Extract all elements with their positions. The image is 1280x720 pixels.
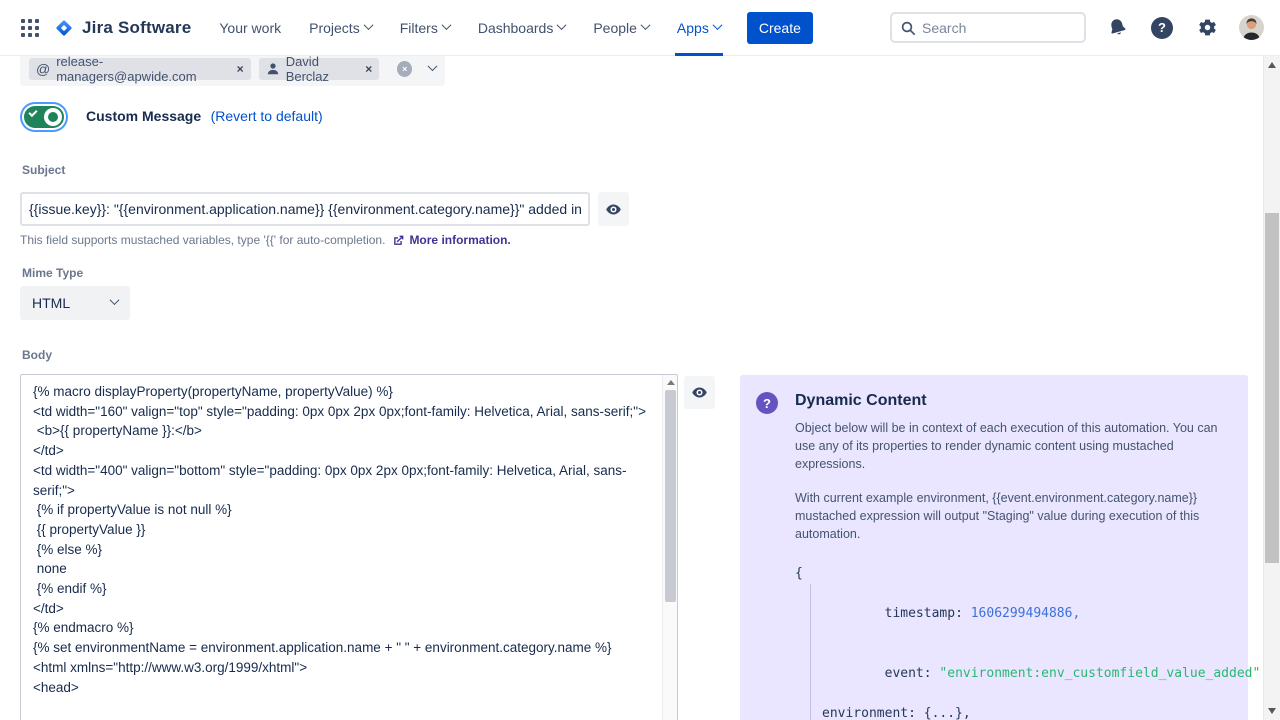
more-information-link[interactable]: More information. bbox=[409, 233, 510, 247]
scroll-up-arrow-icon[interactable] bbox=[667, 380, 675, 385]
subject-label: Subject bbox=[22, 163, 65, 177]
remove-tag-icon[interactable]: × bbox=[365, 63, 372, 75]
subject-input[interactable] bbox=[20, 192, 590, 226]
eye-icon bbox=[605, 201, 622, 218]
person-icon bbox=[266, 62, 280, 76]
chevron-down-icon bbox=[441, 20, 451, 30]
remove-tag-icon[interactable]: × bbox=[237, 63, 244, 75]
nav-item-apps[interactable]: Apps bbox=[677, 0, 721, 56]
textarea-scrollbar-thumb[interactable] bbox=[665, 390, 676, 602]
logo-text: Jira Software bbox=[82, 18, 191, 38]
mime-type-select[interactable]: HTML bbox=[20, 286, 130, 320]
recipient-tag: David Berclaz × bbox=[259, 58, 380, 80]
search-box[interactable] bbox=[890, 12, 1086, 43]
code-line: timestamp: 1606299494886, bbox=[810, 584, 1224, 644]
jira-logo[interactable]: Jira Software bbox=[54, 18, 191, 38]
chevron-down-icon bbox=[557, 20, 567, 30]
custom-message-row: Custom Message (Revert to default) bbox=[24, 106, 323, 128]
page-scrollbar-thumb[interactable] bbox=[1265, 213, 1279, 563]
create-button[interactable]: Create bbox=[747, 12, 813, 44]
nav-icons: ? bbox=[1104, 15, 1264, 41]
check-icon bbox=[28, 108, 37, 117]
code-line: environment: {...}, bbox=[810, 704, 1224, 720]
app-switcher-icon[interactable] bbox=[16, 14, 44, 42]
dynamic-content-panel: ? Dynamic Content Object below will be i… bbox=[740, 375, 1248, 720]
body-textarea[interactable]: {% macro displayProperty(propertyName, p… bbox=[20, 374, 678, 720]
settings-gear-icon[interactable] bbox=[1194, 15, 1220, 41]
search-icon bbox=[900, 20, 916, 36]
panel-paragraph: Object below will be in context of each … bbox=[795, 420, 1224, 473]
chevron-down-icon[interactable] bbox=[428, 61, 438, 71]
notifications-bell-icon[interactable] bbox=[1104, 15, 1130, 41]
page-scrollbar[interactable] bbox=[1263, 56, 1280, 720]
chevron-down-icon bbox=[640, 20, 650, 30]
user-avatar[interactable] bbox=[1239, 15, 1264, 40]
clear-all-icon[interactable]: × bbox=[397, 61, 412, 77]
help-icon[interactable]: ? bbox=[1149, 15, 1175, 41]
chevron-down-icon bbox=[363, 20, 373, 30]
custom-message-toggle[interactable] bbox=[24, 106, 64, 128]
custom-message-label: Custom Message bbox=[86, 108, 201, 124]
scroll-down-arrow-icon[interactable] bbox=[1268, 708, 1276, 714]
panel-paragraph: With current example environment, {{even… bbox=[795, 490, 1224, 543]
toggle-knob bbox=[44, 108, 62, 126]
panel-title: Dynamic Content bbox=[795, 392, 1224, 410]
context-object-code: { timestamp: 1606299494886, event: "envi… bbox=[795, 564, 1224, 720]
recipients-field[interactable]: @ release-managers@apwide.com × David Be… bbox=[20, 52, 445, 86]
mime-type-label: Mime Type bbox=[22, 266, 83, 280]
recipient-tag-label: release-managers@apwide.com bbox=[56, 54, 230, 84]
question-mark-icon: ? bbox=[756, 392, 778, 414]
mime-type-value: HTML bbox=[32, 295, 70, 311]
revert-to-default-link[interactable]: (Revert to default) bbox=[211, 108, 323, 124]
body-textarea-content: {% macro displayProperty(propertyName, p… bbox=[33, 382, 647, 697]
at-icon: @ bbox=[36, 61, 50, 77]
page: Jira Software Your work Projects Filters… bbox=[0, 0, 1280, 720]
search-input[interactable] bbox=[922, 20, 1076, 36]
nav-item-your-work[interactable]: Your work bbox=[219, 0, 281, 56]
nav-item-dashboards[interactable]: Dashboards bbox=[478, 0, 566, 56]
code-line: event: "environment:env_customfield_valu… bbox=[810, 644, 1224, 704]
nav-item-projects[interactable]: Projects bbox=[309, 0, 372, 56]
subject-helper-text: This field supports mustached variables,… bbox=[20, 233, 511, 247]
nav-item-filters[interactable]: Filters bbox=[400, 0, 450, 56]
top-navigation: Jira Software Your work Projects Filters… bbox=[0, 0, 1280, 56]
chevron-down-icon bbox=[712, 20, 722, 30]
eye-icon bbox=[691, 384, 708, 401]
recipient-tag-label: David Berclaz bbox=[286, 54, 360, 84]
preview-subject-button[interactable] bbox=[598, 192, 629, 226]
nav-menu: Your work Projects Filters Dashboards Pe… bbox=[219, 0, 720, 56]
recipient-tag: @ release-managers@apwide.com × bbox=[29, 58, 251, 80]
preview-body-button[interactable] bbox=[684, 376, 715, 409]
body-label: Body bbox=[22, 348, 52, 362]
external-link-icon bbox=[392, 234, 405, 247]
nav-item-people[interactable]: People bbox=[593, 0, 649, 56]
chevron-down-icon bbox=[110, 295, 120, 305]
jira-logo-icon bbox=[54, 18, 74, 38]
scroll-up-arrow-icon[interactable] bbox=[1268, 62, 1276, 68]
textarea-scrollbar[interactable] bbox=[662, 375, 677, 720]
